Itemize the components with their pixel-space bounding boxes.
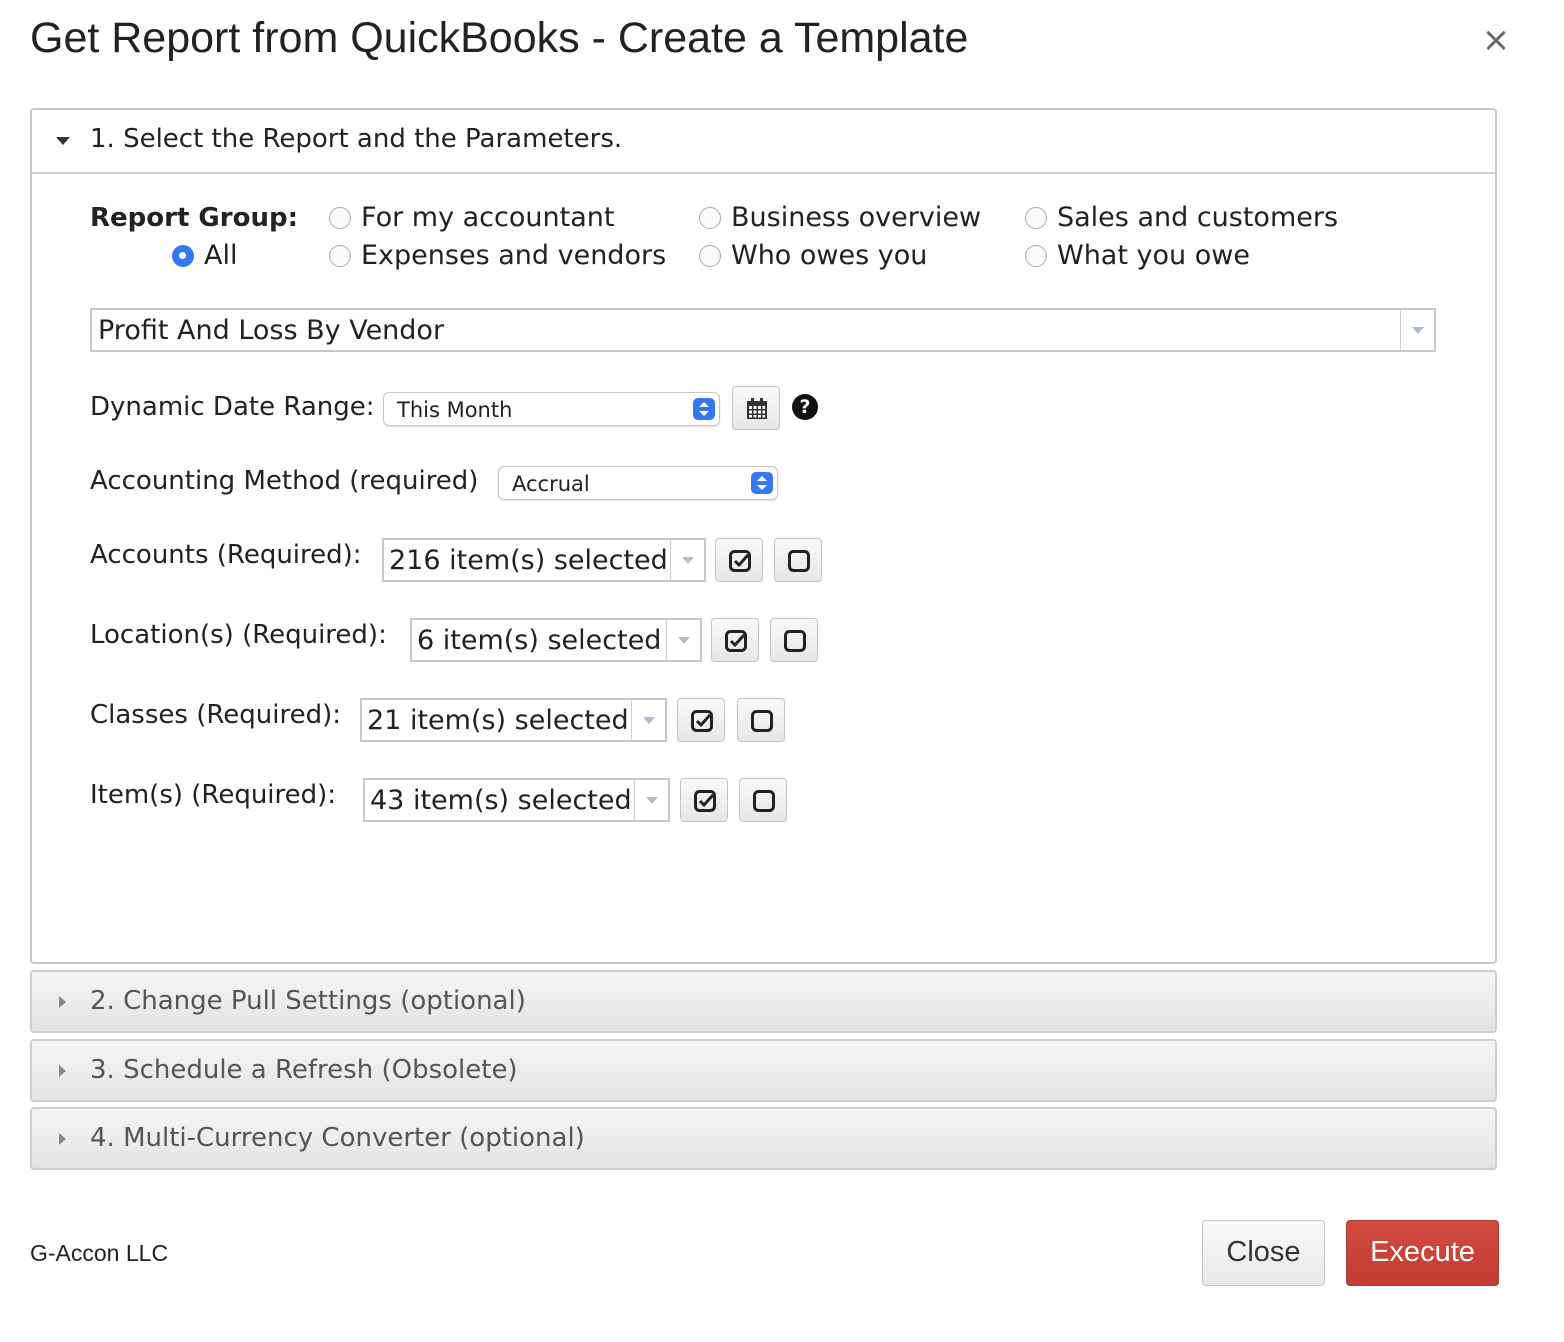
locations-select[interactable]: 6 item(s) selected — [410, 618, 702, 662]
classes-select-all-button[interactable] — [677, 698, 725, 742]
locations-select-all-button[interactable] — [711, 618, 759, 662]
accounts-deselect-all-button[interactable] — [774, 538, 822, 582]
section-select-report-panel: 1. Select the Report and the Parameters.… — [30, 108, 1497, 964]
radio-unchecked-icon — [699, 206, 721, 229]
checkbox-checked-icon — [729, 550, 751, 572]
chevron-down-icon[interactable] — [631, 700, 665, 740]
checkbox-checked-icon — [694, 790, 716, 812]
checkbox-checked-icon — [691, 710, 713, 732]
radio-label: Sales and customers — [1057, 202, 1339, 233]
checkbox-checked-icon — [725, 630, 747, 652]
date-range-value: This Month — [397, 398, 513, 422]
dialog-title: Get Report from QuickBooks - Create a Te… — [30, 14, 969, 62]
section-schedule-refresh-title: 3. Schedule a Refresh (Obsolete) — [90, 1055, 518, 1085]
items-select-all-button[interactable] — [680, 778, 728, 822]
close-button[interactable]: Close — [1202, 1220, 1325, 1286]
date-range-label: Dynamic Date Range: — [90, 392, 375, 422]
checkbox-empty-icon — [753, 790, 775, 812]
section-select-report-header[interactable]: 1. Select the Report and the Parameters. — [32, 110, 1495, 174]
radio-label: Expenses and vendors — [361, 240, 667, 271]
caret-down-icon — [56, 137, 70, 145]
radio-label: All — [204, 240, 238, 271]
classes-value: 21 item(s) selected — [367, 705, 629, 736]
classes-select[interactable]: 21 item(s) selected — [360, 698, 667, 742]
radio-report-group-sales-and-customers[interactable]: Sales and customers — [1025, 202, 1338, 233]
radio-unchecked-icon — [329, 206, 351, 229]
calendar-icon — [747, 398, 767, 419]
section-schedule-refresh-header[interactable]: 3. Schedule a Refresh (Obsolete) — [30, 1039, 1497, 1102]
date-range-select[interactable]: This Month — [383, 392, 720, 426]
items-label: Item(s) (Required): — [90, 780, 337, 810]
accounts-select[interactable]: 216 item(s) selected — [382, 538, 706, 582]
radio-checked-icon — [172, 244, 194, 267]
radio-label: For my accountant — [361, 202, 615, 233]
accounts-value: 216 item(s) selected — [389, 545, 668, 576]
report-select[interactable]: Profit And Loss By Vendor — [90, 308, 1436, 352]
radio-report-group-all[interactable]: All — [172, 240, 237, 271]
items-select[interactable]: 43 item(s) selected — [363, 778, 670, 822]
radio-label: Who owes you — [731, 240, 928, 271]
stepper-icon — [751, 472, 773, 494]
locations-label: Location(s) (Required): — [90, 620, 387, 650]
radio-label: Business overview — [731, 202, 982, 233]
caret-right-icon — [59, 1065, 66, 1077]
close-icon[interactable]: × — [1480, 23, 1512, 57]
radio-report-group-business-overview[interactable]: Business overview — [699, 202, 981, 233]
section-pull-settings-title: 2. Change Pull Settings (optional) — [90, 986, 526, 1016]
locations-value: 6 item(s) selected — [417, 625, 662, 656]
radio-unchecked-icon — [1025, 244, 1047, 267]
radio-unchecked-icon — [1025, 206, 1047, 229]
accounts-select-all-button[interactable] — [715, 538, 763, 582]
chevron-down-icon[interactable] — [1400, 310, 1434, 350]
radio-report-group-for-my-accountant[interactable]: For my accountant — [329, 202, 614, 233]
radio-report-group-expenses-and-vendors[interactable]: Expenses and vendors — [329, 240, 666, 271]
items-deselect-all-button[interactable] — [739, 778, 787, 822]
accounting-method-label: Accounting Method (required) — [90, 466, 479, 496]
radio-unchecked-icon — [329, 244, 351, 267]
stepper-icon — [693, 398, 715, 420]
checkbox-empty-icon — [751, 710, 773, 732]
chevron-down-icon[interactable] — [634, 780, 668, 820]
accounting-method-value: Accrual — [512, 472, 590, 496]
section-pull-settings-header[interactable]: 2. Change Pull Settings (optional) — [30, 970, 1497, 1033]
help-icon[interactable]: ? — [792, 394, 818, 420]
locations-deselect-all-button[interactable] — [770, 618, 818, 662]
section-multi-currency-header[interactable]: 4. Multi-Currency Converter (optional) — [30, 1107, 1497, 1170]
section-multi-currency-title: 4. Multi-Currency Converter (optional) — [90, 1123, 585, 1153]
radio-unchecked-icon — [699, 244, 721, 267]
radio-report-group-who-owes-you[interactable]: Who owes you — [699, 240, 927, 271]
radio-report-group-what-you-owe[interactable]: What you owe — [1025, 240, 1250, 271]
execute-button[interactable]: Execute — [1346, 1220, 1499, 1286]
footer-brand: G-Accon LLC — [30, 1240, 169, 1266]
checkbox-empty-icon — [788, 550, 810, 572]
date-picker-button[interactable] — [732, 386, 780, 430]
radio-label: What you owe — [1057, 240, 1250, 271]
classes-label: Classes (Required): — [90, 700, 341, 730]
caret-right-icon — [59, 996, 66, 1008]
chevron-down-icon[interactable] — [666, 620, 700, 660]
classes-deselect-all-button[interactable] — [737, 698, 785, 742]
checkbox-empty-icon — [784, 630, 806, 652]
accounting-method-select[interactable]: Accrual — [498, 466, 778, 500]
report-group-label: Report Group: — [90, 203, 298, 233]
caret-right-icon — [59, 1133, 66, 1145]
accounts-label: Accounts (Required): — [90, 540, 362, 570]
section-select-report-title: 1. Select the Report and the Parameters. — [90, 124, 623, 154]
items-value: 43 item(s) selected — [370, 785, 632, 816]
report-select-value: Profit And Loss By Vendor — [98, 315, 445, 346]
chevron-down-icon[interactable] — [670, 540, 704, 580]
